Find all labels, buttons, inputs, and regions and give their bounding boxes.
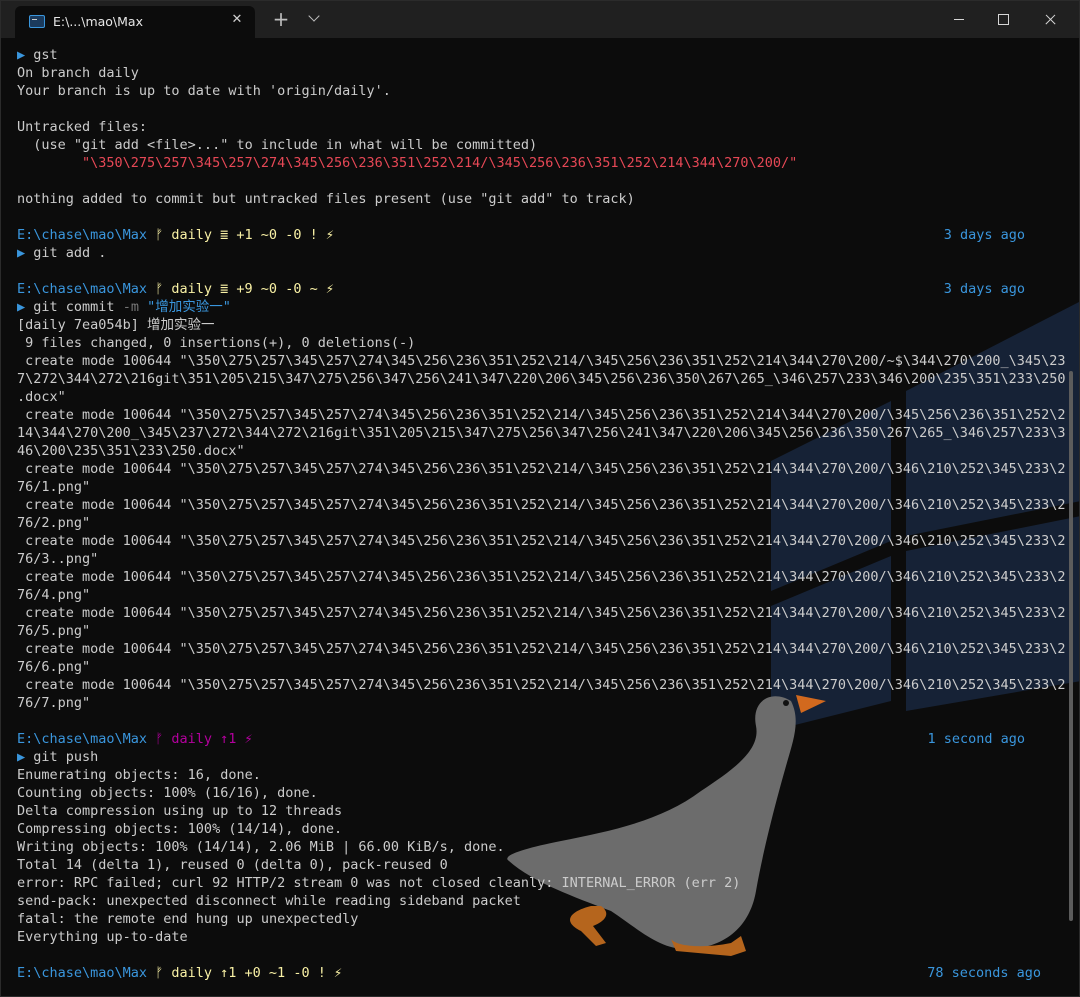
output-line: create mode 100644 "\350\275\257\345\257…	[17, 407, 1066, 423]
powershell-icon	[29, 15, 45, 28]
title-bar: E:\...\mao\Max ✕ +	[1, 1, 1079, 38]
output-line: 14\344\270\200_\345\237\272\344\272\216g…	[17, 425, 1066, 441]
output-line: create mode 100644 "\350\275\257\345\257…	[17, 533, 1066, 549]
output-line: Enumerating objects: 16, done.	[17, 767, 261, 783]
git-status: ᚠ daily ↑1 +0 ~1 -0 ! ⚡	[147, 965, 343, 981]
prompt-path: E:\chase\mao\Max	[17, 281, 148, 297]
minimize-button[interactable]	[936, 1, 982, 38]
output-line: 76/1.png"	[17, 479, 91, 495]
output-line: Counting objects: 100% (16/16), done.	[17, 785, 318, 801]
scrollbar[interactable]	[1069, 371, 1073, 921]
output-line: create mode 100644 "\350\275\257\345\257…	[17, 353, 1066, 369]
command-line: ▶ git commit -m "增加实验一"	[17, 299, 231, 315]
terminal-output[interactable]: ▶ gst On branch daily Your branch is up …	[17, 46, 1066, 982]
tab-terminal[interactable]: E:\...\mao\Max ✕	[15, 6, 255, 38]
git-status: ᚠ daily ≣ +1 ~0 -0 ! ⚡	[147, 227, 334, 243]
tab-close-icon[interactable]: ✕	[229, 12, 245, 28]
output-line: 76/3..png"	[17, 551, 99, 567]
untracked-file: "\350\275\257\345\257\274\345\256\236\35…	[17, 155, 798, 171]
output-line: error: RPC failed; curl 92 HTTP/2 stream…	[17, 875, 741, 891]
output-line: Your branch is up to date with 'origin/d…	[17, 83, 391, 99]
command-line: ▶ git push	[17, 749, 99, 765]
output-line: create mode 100644 "\350\275\257\345\257…	[17, 641, 1066, 657]
output-line: On branch daily	[17, 65, 139, 81]
output-line: create mode 100644 "\350\275\257\345\257…	[17, 461, 1066, 477]
output-line: (use "git add <file>..." to include in w…	[17, 137, 538, 153]
prompt-arrow-icon: ▶	[17, 245, 26, 261]
output-line: create mode 100644 "\350\275\257\345\257…	[17, 569, 1066, 585]
terminal-window: E:\...\mao\Max ✕ + ▶ gst On branch daily…	[0, 0, 1080, 997]
prompt-arrow-icon: ▶	[17, 47, 26, 63]
prompt-path: E:\chase\mao\Max	[17, 731, 148, 747]
output-line: 7\272\344\272\216git\351\205\215\347\275…	[17, 371, 1066, 387]
output-line: [daily 7ea054b] 增加实验一	[17, 317, 215, 333]
prompt-time: 3 days ago	[943, 227, 1025, 243]
output-line: Everything up-to-date	[17, 929, 188, 945]
output-line: 76/7.png"	[17, 695, 91, 711]
close-button[interactable]	[1027, 1, 1073, 38]
prompt-line: E:\chase\mao\Max ᚠ daily ≣ +9 ~0 -0 ~ ⚡ 3…	[17, 280, 1057, 298]
output-line: nothing added to commit but untracked fi…	[17, 191, 635, 207]
tab-title: E:\...\mao\Max	[53, 14, 143, 29]
output-line: create mode 100644 "\350\275\257\345\257…	[17, 677, 1066, 693]
git-status: ᚠ daily ↑1 ⚡	[147, 731, 253, 747]
output-line: Compressing objects: 100% (14/14), done.	[17, 821, 343, 837]
prompt-time: 3 days ago	[943, 281, 1025, 297]
output-line: fatal: the remote end hung up unexpected…	[17, 911, 359, 927]
new-tab-icon[interactable]: +	[271, 9, 291, 29]
prompt-line: E:\chase\mao\Max ᚠ daily ↑1 +0 ~1 -0 ! ⚡…	[17, 964, 1057, 982]
git-status: ᚠ daily ≣ +9 ~0 -0 ~ ⚡	[147, 281, 334, 297]
output-line: 76/4.png"	[17, 587, 91, 603]
output-line: Total 14 (delta 1), reused 0 (delta 0), …	[17, 857, 448, 873]
prompt-arrow-icon: ▶	[17, 299, 26, 315]
output-line: 76/6.png"	[17, 659, 91, 675]
output-line: send-pack: unexpected disconnect while r…	[17, 893, 521, 909]
output-line: Writing objects: 100% (14/14), 2.06 MiB …	[17, 839, 505, 855]
prompt-arrow-icon: ▶	[17, 749, 26, 765]
prompt-time: 1 second ago	[927, 731, 1025, 747]
prompt-time: 78 seconds ago	[927, 965, 1041, 981]
command-line: ▶ gst	[17, 47, 58, 63]
output-line: 9 files changed, 0 insertions(+), 0 dele…	[17, 335, 416, 351]
output-line: create mode 100644 "\350\275\257\345\257…	[17, 497, 1066, 513]
output-line: 46\200\235\351\233\250.docx"	[17, 443, 245, 459]
output-line: Delta compression using up to 12 threads	[17, 803, 343, 819]
output-line: .docx"	[17, 389, 66, 405]
output-line: create mode 100644 "\350\275\257\345\257…	[17, 605, 1066, 621]
chevron-down-icon[interactable]	[305, 9, 325, 29]
output-line: 76/2.png"	[17, 515, 91, 531]
output-line: Untracked files:	[17, 119, 148, 135]
command-line: ▶ git add .	[17, 245, 107, 261]
maximize-button[interactable]	[981, 1, 1027, 38]
output-line: 76/5.png"	[17, 623, 91, 639]
prompt-path: E:\chase\mao\Max	[17, 227, 148, 243]
prompt-path: E:\chase\mao\Max	[17, 965, 148, 981]
prompt-line: E:\chase\mao\Max ᚠ daily ↑1 ⚡ 1 second ag…	[17, 730, 1057, 748]
prompt-line: E:\chase\mao\Max ᚠ daily ≣ +1 ~0 -0 ! ⚡ 3…	[17, 226, 1057, 244]
